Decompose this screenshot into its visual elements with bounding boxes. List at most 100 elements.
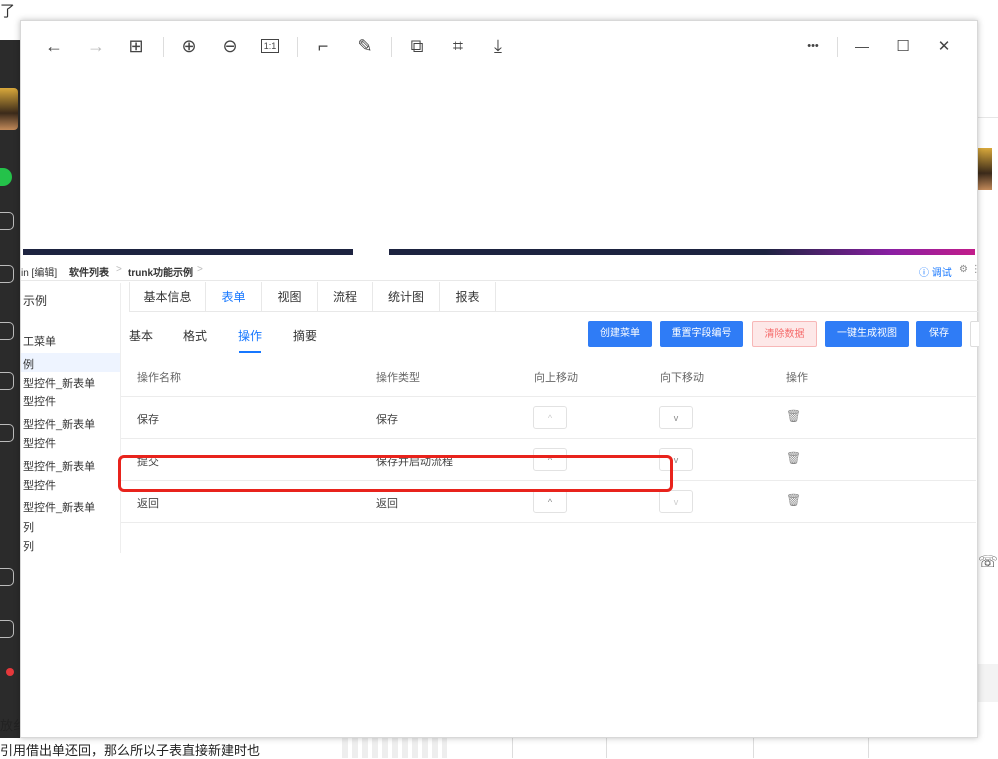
breadcrumb-separator: > <box>116 264 122 275</box>
banner-highlight <box>353 249 389 255</box>
tab-flow[interactable]: 流程 <box>318 282 373 312</box>
toolbar-divider <box>163 37 164 57</box>
actual-size-icon[interactable]: 1:1 <box>261 39 279 53</box>
background-text-bottom-2: 引用借出单还回，那么所以子表直接新建时也 <box>0 743 261 758</box>
background-avatar[interactable] <box>978 148 992 190</box>
tab-report[interactable]: 报表 <box>440 282 496 312</box>
breadcrumb-item[interactable]: 软件列表 <box>69 264 109 279</box>
grid-line <box>753 738 754 758</box>
zoom-in-icon[interactable]: ⊕ <box>178 35 200 57</box>
viewer-toolbar: ← → ⊞ ⊕ ⊖ 1:1 ⌐ ✎ ⧉ ⌗ ⤓ ••• — ☐ ✕ <box>21 21 977 71</box>
tab-form[interactable]: 表单 <box>206 282 262 312</box>
generate-view-button[interactable]: 一键生成视图 <box>825 321 909 347</box>
displayed-image: in [编辑] 软件列表 > trunk功能示例 > ⓘ 调试 ⚙ ⋮ 示例 工… <box>21 249 979 739</box>
breadcrumb-item[interactable]: trunk功能示例 <box>128 264 193 279</box>
sidebar-active-bg <box>21 353 120 372</box>
sidebar-item[interactable]: 型控件_新表单 <box>23 416 95 432</box>
highlight-annotation <box>118 455 673 492</box>
column-header: 操作名称 <box>137 372 181 384</box>
operation-name: 保存 <box>137 414 159 426</box>
delete-icon[interactable]: 🗑 <box>786 409 801 423</box>
background-card <box>978 664 998 702</box>
operation-type: 返回 <box>376 498 398 510</box>
more-icon[interactable]: ••• <box>799 35 827 57</box>
delete-icon[interactable]: 🗑 <box>786 493 801 507</box>
sidebar-item[interactable]: 型控件_新表单 <box>23 375 95 391</box>
grid-line <box>868 738 869 758</box>
image-banner <box>23 249 975 255</box>
more-button[interactable] <box>970 321 979 347</box>
sidebar-item[interactable]: 型控件_新表单 <box>23 499 95 515</box>
move-up-button[interactable]: ^ <box>533 490 567 513</box>
status-dot <box>0 168 12 186</box>
folder-icon[interactable] <box>0 322 14 340</box>
sidebar-title: 示例 <box>23 294 48 308</box>
maximize-icon[interactable]: ☐ <box>892 35 914 57</box>
subtab-basic[interactable]: 基本 <box>129 327 153 344</box>
edit-icon[interactable]: ✎ <box>354 35 376 57</box>
column-header: 操作类型 <box>376 372 420 384</box>
avatar[interactable] <box>0 88 18 130</box>
tab-view[interactable]: 视图 <box>262 282 318 312</box>
banner-gradient <box>765 249 975 255</box>
zoom-out-icon[interactable]: ⊖ <box>219 35 241 57</box>
copy-text-icon[interactable]: ⧉ <box>406 35 428 57</box>
phone-icon[interactable] <box>0 620 14 638</box>
sidebar-item[interactable]: 型控件 <box>23 477 56 493</box>
grid-line <box>606 738 607 758</box>
rotate-icon[interactable]: ⌐ <box>312 35 334 57</box>
leaf-icon[interactable] <box>0 424 14 442</box>
close-icon[interactable]: ✕ <box>933 35 955 57</box>
column-header: 向上移动 <box>534 372 578 384</box>
table-row[interactable]: 保存 保存 ^ v 🗑 <box>121 397 976 439</box>
tab-basic-info[interactable]: 基本信息 <box>129 282 206 312</box>
grid-icon[interactable]: ⊞ <box>125 35 147 57</box>
toolbar-divider <box>297 37 298 57</box>
sidebar-item[interactable]: 列 <box>23 538 34 554</box>
background-thumbnail <box>342 738 447 758</box>
sidebar-item[interactable]: 型控件_新表单 <box>23 458 95 474</box>
forward-arrow-icon[interactable]: → <box>85 35 107 57</box>
sidebar-item[interactable]: 型控件 <box>23 393 56 409</box>
sidebar-item[interactable]: 工菜单 <box>23 333 56 349</box>
operation-name: 返回 <box>137 498 159 510</box>
contacts-icon[interactable] <box>0 212 14 230</box>
toolbar-divider <box>837 37 838 57</box>
delete-icon[interactable]: 🗑 <box>786 451 801 465</box>
back-arrow-icon[interactable]: ← <box>43 35 65 57</box>
table-header: 操作名称 操作类型 向上移动 向下移动 操作 <box>121 355 976 397</box>
download-icon[interactable]: ⤓ <box>487 35 509 57</box>
subtab-format[interactable]: 格式 <box>183 327 207 344</box>
breadcrumb: in [编辑] 软件列表 > trunk功能示例 > ⓘ 调试 ⚙ ⋮ <box>21 259 979 281</box>
reset-field-number-button[interactable]: 重置字段编号 <box>660 321 743 347</box>
link-icon[interactable] <box>0 568 14 586</box>
column-header: 操作 <box>786 372 808 384</box>
aperture-icon[interactable] <box>0 372 14 390</box>
create-menu-button[interactable]: 创建菜单 <box>588 321 652 347</box>
debug-link[interactable]: ⓘ 调试 <box>919 264 952 279</box>
box-icon[interactable] <box>0 265 14 283</box>
sidebar: 示例 工菜单 例 型控件_新表单 型控件 型控件_新表单 型控件 型控件_新表单… <box>21 283 121 553</box>
subtab-operation[interactable]: 操作 <box>238 327 262 344</box>
move-down-button[interactable]: v <box>659 490 693 513</box>
clear-data-button[interactable]: 清除数据 <box>752 321 817 347</box>
breadcrumb-item[interactable]: in [编辑] <box>21 264 57 279</box>
sidebar-item[interactable]: 型控件 <box>23 435 56 451</box>
operation-type: 保存 <box>376 414 398 426</box>
background-divider <box>978 117 998 118</box>
column-header: 向下移动 <box>660 372 704 384</box>
move-down-button[interactable]: v <box>659 406 693 429</box>
background-left-sidebar <box>0 40 20 738</box>
minimize-icon[interactable]: — <box>851 35 873 57</box>
breadcrumb-separator: > <box>197 264 203 275</box>
settings-icon[interactable]: ⚙ ⋮ <box>959 264 979 275</box>
sidebar-item[interactable]: 例 <box>23 356 34 372</box>
save-button[interactable]: 保存 <box>916 321 962 347</box>
sidebar-item[interactable]: 列 <box>23 519 34 535</box>
phone-video-icon[interactable]: ☏ <box>978 552 998 572</box>
subtab-summary[interactable]: 摘要 <box>293 327 317 344</box>
move-up-button[interactable]: ^ <box>533 406 567 429</box>
tab-stats[interactable]: 统计图 <box>373 282 440 312</box>
background-text-top: 了 <box>0 3 16 20</box>
scan-text-icon[interactable]: ⌗ <box>447 35 469 57</box>
